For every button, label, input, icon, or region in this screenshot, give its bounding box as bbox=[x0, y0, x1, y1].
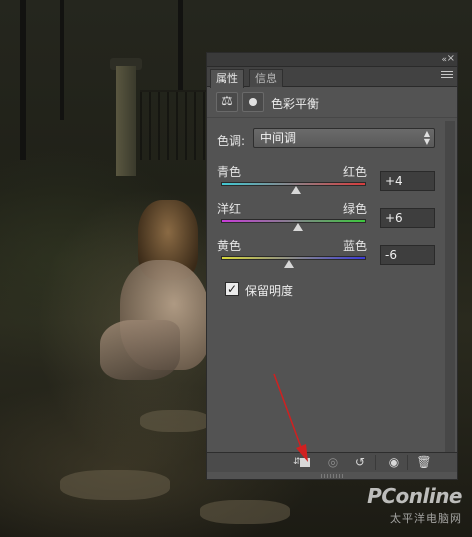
reset-icon[interactable]: ↺ bbox=[349, 454, 371, 471]
panel-title-bar[interactable]: « × bbox=[207, 53, 457, 67]
stepping-stone bbox=[200, 500, 290, 524]
slider-yellow-blue: 黄色 蓝色 -6 bbox=[207, 235, 457, 279]
annotation-arrow bbox=[273, 373, 308, 462]
watermark-logo: PConline bbox=[367, 484, 462, 508]
slider-left-label: 洋红 bbox=[217, 202, 242, 216]
properties-panel: « × 属性 信息 ⚖ 色彩平衡 色调: 中间调 ▲ ▼ 青色 红色 +4 洋红 … bbox=[206, 52, 458, 480]
watermark: PConline 太平洋电脑网 bbox=[356, 484, 468, 534]
stepping-stone bbox=[140, 410, 210, 432]
girl-legs bbox=[100, 320, 180, 380]
slider-right-label: 绿色 bbox=[343, 202, 368, 216]
adjustment-header: ⚖ 色彩平衡 bbox=[207, 88, 457, 118]
sitting-girl bbox=[100, 200, 210, 390]
panel-bottom-toolbar: ⇵ ◎ ↺ ◉ 🗑 bbox=[207, 452, 457, 472]
toolbar-divider bbox=[407, 455, 408, 470]
slider-thumb[interactable] bbox=[284, 260, 295, 268]
preserve-luminosity-label[interactable]: 保留明度 bbox=[245, 282, 293, 299]
tree-trunk bbox=[20, 0, 26, 160]
tone-dropdown[interactable]: 中间调 ▲ ▼ bbox=[253, 128, 435, 148]
layer-mask-icon[interactable] bbox=[242, 92, 264, 112]
slider-thumb[interactable] bbox=[291, 186, 302, 194]
collapse-icon[interactable]: « bbox=[441, 54, 446, 66]
annotation-arrow-head bbox=[296, 444, 308, 462]
slider-value-input[interactable]: +6 bbox=[380, 208, 435, 228]
slider-value-input[interactable]: -6 bbox=[380, 245, 435, 265]
slider-thumb[interactable] bbox=[292, 223, 303, 231]
slider-right-label: 蓝色 bbox=[343, 239, 368, 253]
close-icon[interactable]: × bbox=[447, 53, 455, 65]
slider-left-label: 青色 bbox=[217, 165, 242, 179]
stepping-stone bbox=[60, 470, 170, 500]
tone-selected-value: 中间调 bbox=[260, 131, 297, 145]
view-previous-state-button[interactable]: ◎ bbox=[322, 454, 344, 471]
slider-left-label: 黄色 bbox=[217, 239, 242, 253]
watermark-subtitle: 太平洋电脑网 bbox=[390, 512, 462, 525]
tab-info[interactable]: 信息 bbox=[249, 69, 283, 87]
tone-label: 色调: bbox=[217, 134, 246, 148]
slider-right-label: 红色 bbox=[343, 165, 368, 179]
delete-trash-icon[interactable]: 🗑 bbox=[413, 454, 435, 471]
tab-properties[interactable]: 属性 bbox=[210, 69, 244, 88]
color-balance-icon[interactable]: ⚖ bbox=[216, 92, 238, 112]
panel-menu-icon[interactable] bbox=[441, 71, 453, 82]
panel-tabs: 属性 信息 bbox=[207, 67, 457, 88]
preserve-luminosity-checkbox[interactable]: ✓ bbox=[225, 282, 239, 296]
dropdown-arrows-icon: ▲ ▼ bbox=[423, 129, 430, 146]
adjustment-title: 色彩平衡 bbox=[271, 97, 320, 111]
slider-value-input[interactable]: +4 bbox=[380, 171, 435, 191]
iron-fence bbox=[140, 90, 206, 160]
gate-post bbox=[116, 66, 136, 176]
toolbar-divider bbox=[375, 455, 376, 470]
tree-trunk bbox=[60, 0, 64, 120]
annotation-arrow-line bbox=[273, 373, 303, 451]
panel-scrollbar[interactable] bbox=[445, 121, 455, 471]
tree-trunk bbox=[178, 0, 183, 90]
resize-grip[interactable] bbox=[321, 474, 343, 478]
visibility-eye-icon[interactable]: ◉ bbox=[383, 454, 405, 471]
